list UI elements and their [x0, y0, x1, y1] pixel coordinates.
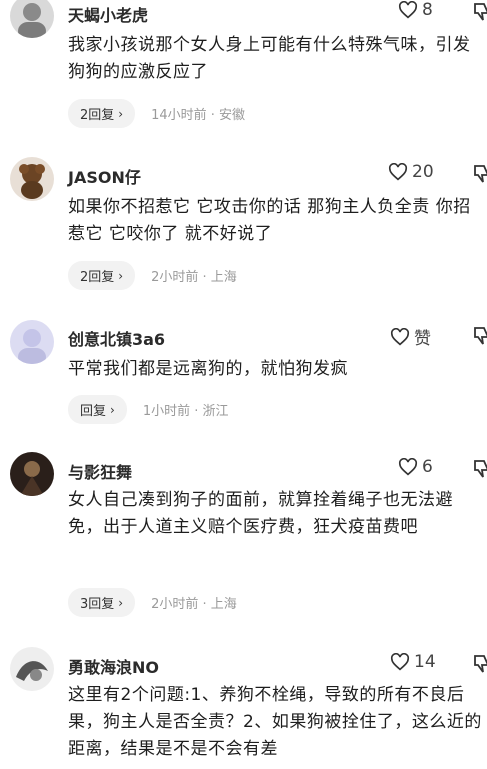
- reply-button[interactable]: 3回复 ›: [68, 588, 136, 617]
- chevron-right-icon: ›: [118, 268, 124, 283]
- like-count: 14: [414, 652, 436, 672]
- time-location: 1小时前 · 浙江: [142, 404, 229, 419]
- reply-button[interactable]: 回复 ›: [68, 395, 127, 424]
- like-count: 20: [412, 162, 434, 182]
- reply-label: 回复: [80, 404, 107, 419]
- like-label: 赞: [414, 329, 431, 349]
- like-count: 6: [422, 457, 433, 477]
- reply-button[interactable]: 2回复 ›: [68, 261, 136, 290]
- username[interactable]: 天蝎小老虎: [68, 2, 148, 26]
- like-count: 8: [422, 0, 433, 20]
- avatar[interactable]: [10, 0, 54, 38]
- comment-meta: 3回复 › 2小时前 · 上海: [68, 588, 237, 617]
- comment-meta: 2回复 › 2小时前 · 上海: [68, 261, 237, 290]
- username[interactable]: JASON仔: [68, 164, 141, 188]
- like-button[interactable]: 20: [388, 162, 434, 182]
- chevron-right-icon: ›: [118, 106, 124, 121]
- username[interactable]: 勇敢海浪NO: [68, 654, 159, 678]
- like-button[interactable]: 14: [390, 652, 436, 672]
- thumbs-down-icon[interactable]: [472, 326, 487, 346]
- username[interactable]: 与影狂舞: [68, 459, 132, 483]
- reply-label: 3回复: [80, 597, 115, 612]
- heart-outline-icon: [398, 1, 418, 19]
- reply-label: 2回复: [80, 270, 115, 285]
- thumbs-down-icon[interactable]: [472, 654, 487, 674]
- time-location: 2小时前 · 上海: [151, 270, 237, 285]
- avatar[interactable]: [10, 452, 54, 496]
- comment-meta: 回复 › 1小时前 · 浙江: [68, 395, 229, 424]
- heart-outline-icon: [388, 163, 408, 181]
- avatar[interactable]: [10, 157, 54, 201]
- heart-outline-icon: [390, 327, 410, 345]
- comment-meta: 2回复 › 14小时前 · 安徽: [68, 99, 245, 128]
- reply-button[interactable]: 2回复 ›: [68, 99, 136, 128]
- heart-outline-icon: [390, 653, 410, 671]
- comment-text: 这里有2个问题:1、养狗不栓绳，导致的所有不良后果，狗主人是否全责？2、如果狗被…: [68, 685, 482, 759]
- chevron-right-icon: ›: [118, 595, 124, 610]
- comment-text: 女人自己凑到狗子的面前，就算拴着绳子也无法避免，出于人道主义赔个医疗费，狂犬疫苗…: [68, 490, 453, 537]
- chevron-right-icon: ›: [110, 402, 115, 417]
- heart-outline-icon: [398, 458, 418, 476]
- reply-label: 2回复: [80, 108, 115, 123]
- username[interactable]: 创意北镇3a6: [68, 326, 165, 350]
- time-location: 2小时前 · 上海: [151, 597, 237, 612]
- thumbs-down-icon[interactable]: [472, 459, 487, 479]
- comment-text: 如果你不招惹它 它攻击你的话 那狗主人负全责 你招惹它 它咬你了 就不好说了: [68, 197, 471, 244]
- like-button[interactable]: 8: [398, 0, 433, 20]
- like-button[interactable]: 6: [398, 457, 433, 477]
- avatar[interactable]: [10, 320, 54, 364]
- like-button[interactable]: 赞: [390, 324, 431, 349]
- thumbs-down-icon[interactable]: [472, 164, 487, 184]
- time-location: 14小时前 · 安徽: [151, 108, 246, 123]
- thumbs-down-icon[interactable]: [472, 2, 487, 22]
- avatar[interactable]: [10, 647, 54, 691]
- comment-text: 我家小孩说那个女人身上可能有什么特殊气味，引发狗狗的应激反应了: [68, 35, 471, 82]
- comment-text: 平常我们都是远离狗的，就怕狗发疯: [68, 359, 348, 379]
